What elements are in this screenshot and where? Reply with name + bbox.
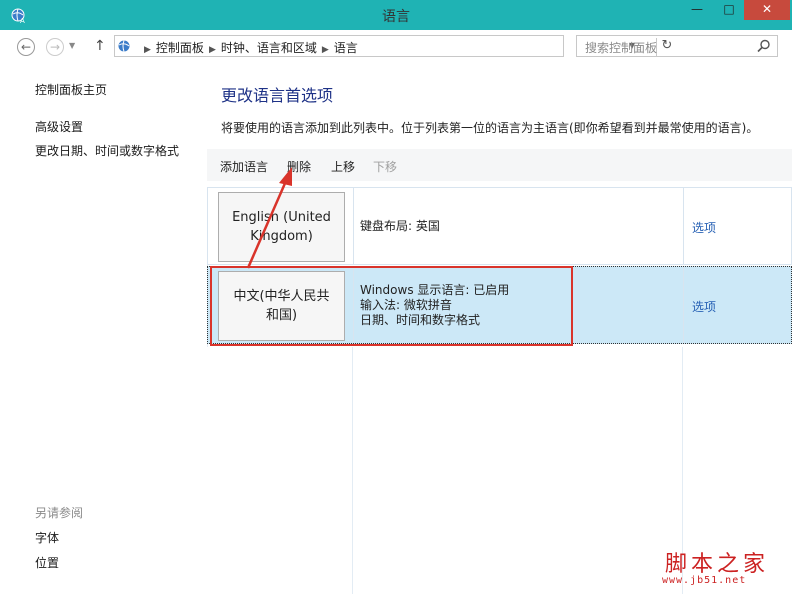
breadcrumb-language[interactable]: 语言: [334, 41, 358, 55]
watermark-logo: 脚本之家: [665, 552, 770, 577]
options-link-english[interactable]: 选项: [692, 219, 716, 236]
search-icon[interactable]: [757, 39, 771, 53]
move-up-button[interactable]: 上移: [331, 158, 355, 175]
see-also-heading: 另请参阅: [35, 506, 84, 520]
column-divider: [683, 267, 684, 343]
breadcrumb: ▶ 控制面板 ▶ 时钟、语言和区域 ▶ 语言: [139, 39, 358, 56]
column-divider: [352, 347, 353, 594]
forward-button[interactable]: →: [46, 38, 64, 56]
sidebar-advanced-settings[interactable]: 高级设置: [35, 118, 83, 135]
window-title: 语言: [382, 9, 410, 25]
breadcrumb-clock-language-region[interactable]: 时钟、语言和区域: [221, 41, 317, 55]
page-description: 将要使用的语言添加到此列表中。位于列表第一位的语言为主语言(即你希望看到并最常使…: [221, 121, 759, 135]
chevron-right-icon: ▶: [144, 45, 151, 55]
globe-clock-icon: [118, 40, 130, 52]
title-bar: A 语言 — □ ✕: [0, 0, 792, 30]
sidebar-location[interactable]: 位置: [35, 554, 59, 571]
annotation-highlight-box: [210, 266, 573, 346]
watermark-url: www.jb51.net: [662, 575, 747, 586]
sidebar-control-panel-home[interactable]: 控制面板主页: [35, 81, 107, 98]
up-arrow-icon[interactable]: ↑: [94, 38, 106, 54]
move-down-button[interactable]: 下移: [373, 158, 397, 175]
navigation-bar: ← → ▼ ↑ ▶ 控制面板 ▶ 时钟、语言和区域 ▶ 语言 ▼ ↻ 搜索控制面板: [0, 30, 792, 64]
sidebar-fonts[interactable]: 字体: [35, 529, 59, 546]
address-bar[interactable]: ▶ 控制面板 ▶ 时钟、语言和区域 ▶ 语言 ▼ ↻: [114, 35, 672, 57]
language-toolbar: 添加语言 删除 上移 下移: [207, 149, 792, 181]
language-tile-english[interactable]: English (United Kingdom): [218, 192, 345, 262]
language-row-english[interactable]: English (United Kingdom) 键盘布局: 英国 选项: [207, 187, 792, 265]
sidebar-change-date-time-format[interactable]: 更改日期、时间或数字格式: [35, 142, 179, 159]
add-language-button[interactable]: 添加语言: [220, 158, 268, 175]
close-button[interactable]: ✕: [744, 0, 790, 20]
remove-button[interactable]: 删除: [287, 158, 311, 175]
breadcrumb-control-panel[interactable]: 控制面板: [156, 41, 204, 55]
keyboard-layout-text: 键盘布局: 英国: [360, 219, 440, 233]
recent-pages-chevron-icon[interactable]: ▼: [69, 41, 75, 50]
options-link-chinese[interactable]: 选项: [692, 298, 716, 315]
column-divider: [683, 188, 684, 264]
maximize-button[interactable]: □: [714, 0, 744, 20]
back-button[interactable]: ←: [17, 38, 35, 56]
chevron-right-icon[interactable]: ▶: [322, 45, 329, 55]
search-input[interactable]: 搜索控制面板: [585, 39, 657, 56]
search-box[interactable]: 搜索控制面板: [576, 35, 778, 57]
chevron-right-icon[interactable]: ▶: [209, 45, 216, 55]
column-divider: [353, 188, 354, 264]
page-title: 更改语言首选项: [221, 86, 334, 105]
minimize-button[interactable]: —: [680, 0, 714, 20]
